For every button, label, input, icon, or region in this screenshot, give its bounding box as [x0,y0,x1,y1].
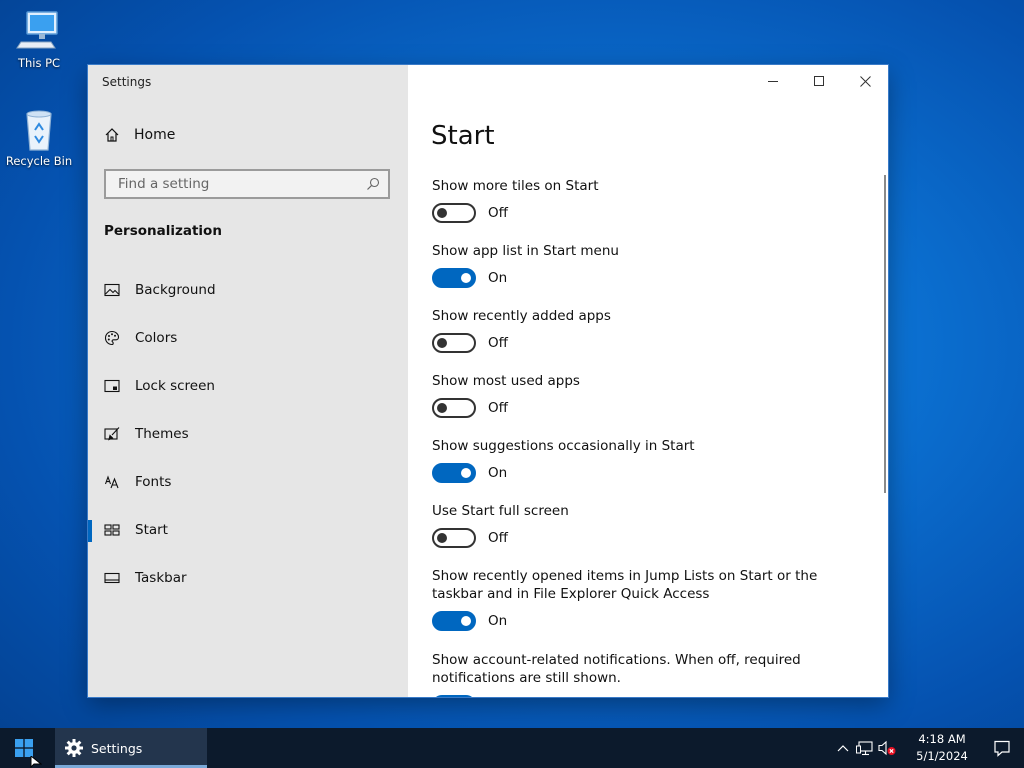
clock-time: 4:18 AM [918,732,966,746]
network-button[interactable] [854,728,876,768]
lock-screen-icon [104,379,120,393]
volume-button[interactable] [876,728,898,768]
toggle-switch[interactable] [432,528,476,548]
setting-show-suggestions: Show suggestions occasionally in Start O… [432,437,862,483]
toggle-switch[interactable] [432,268,476,288]
sidebar: Settings Home Personalization Backg [88,65,408,697]
setting-label: Use Start full screen [432,503,569,519]
toggle-knob [437,533,447,543]
picture-icon [104,283,120,297]
setting-label: Show most used apps [432,373,580,389]
setting-show-more-tiles: Show more tiles on Start Off [432,177,862,223]
setting-label: Show recently added apps [432,308,611,324]
page-title: Start [431,121,495,151]
sidebar-item-label: Home [134,127,176,143]
computer-icon [15,8,63,54]
taskbar: Settings 4:18 AM 5/1/2024 [0,728,1024,768]
sidebar-item-start[interactable]: Start [88,506,408,554]
windows-logo-icon [15,739,33,757]
setting-show-app-list: Show app list in Start menu On [432,242,862,288]
toggle-knob [437,403,447,413]
sidebar-nav: Background Colors Lock screen Themes Fon… [88,266,408,602]
setting-account-notifications: Show account-related notifications. When… [432,651,862,697]
sidebar-item-label: Background [135,282,216,298]
search-input[interactable] [116,175,366,193]
setting-label: Show recently opened items in Jump Lists… [432,568,818,602]
setting-jump-lists: Show recently opened items in Jump Lists… [432,567,862,631]
setting-label: Show suggestions occasionally in Start [432,438,695,454]
scrollbar[interactable] [884,175,886,493]
sidebar-item-label: Themes [135,426,189,442]
chevron-up-icon [837,745,849,752]
sidebar-item-themes[interactable]: Themes [88,410,408,458]
themes-brush-icon [104,427,120,441]
toggle-switch[interactable] [432,398,476,418]
search-box[interactable] [104,169,390,199]
window-title: Settings [102,75,152,89]
setting-label: Show app list in Start menu [432,243,619,259]
toggle-switch[interactable] [432,203,476,223]
start-icon [104,524,120,536]
sidebar-item-fonts[interactable]: Fonts [88,458,408,506]
toggle-knob [461,616,471,626]
sidebar-item-colors[interactable]: Colors [88,314,408,362]
gear-icon [65,739,83,757]
taskbar-app-settings[interactable]: Settings [55,728,207,768]
toggle-switch[interactable] [432,695,476,697]
desktop-icon-label: This PC [17,56,61,70]
sidebar-item-label: Fonts [135,474,172,490]
toggle-knob [461,468,471,478]
desktop-icon-recycle-bin[interactable]: Recycle Bin [0,106,78,168]
search-icon[interactable] [366,177,380,191]
clock-date: 5/1/2024 [916,749,968,763]
toggle-switch[interactable] [432,333,476,353]
sidebar-item-label: Start [135,522,168,538]
toggle-state-label: Off [488,335,508,351]
sidebar-item-label: Lock screen [135,378,215,394]
home-icon [105,128,119,142]
show-hidden-icons-button[interactable] [832,728,854,768]
desktop-icon-label: Recycle Bin [5,154,73,168]
mouse-pointer-icon [30,756,42,768]
sidebar-item-label: Colors [135,330,178,346]
clock[interactable]: 4:18 AM 5/1/2024 [904,731,980,765]
toggle-state-label: On [488,270,508,286]
setting-start-full-screen: Use Start full screen Off [432,502,862,548]
fonts-icon [104,475,119,489]
desktop-icon-this-pc[interactable]: This PC [0,8,78,70]
toggle-state-label: On [488,613,508,629]
sidebar-item-background[interactable]: Background [88,266,408,314]
toggle-state-label: Off [488,205,508,221]
toggle-knob [437,208,447,218]
system-tray: 4:18 AM 5/1/2024 [832,728,1024,768]
setting-show-most-used: Show most used apps Off [432,372,862,418]
toggle-state-label: Off [488,530,508,546]
notification-icon [994,740,1010,757]
sidebar-item-taskbar[interactable]: Taskbar [88,554,408,602]
setting-show-recently-added: Show recently added apps Off [432,307,862,353]
toggle-state-label: Off [488,400,508,416]
recycle-bin-icon [15,106,63,152]
sidebar-item-lock-screen[interactable]: Lock screen [88,362,408,410]
volume-muted-icon [878,740,896,756]
toggle-knob [437,338,447,348]
taskbar-icon [104,572,120,584]
settings-window: Settings Home Personalization Backg [88,65,888,697]
section-heading: Personalization [104,223,222,239]
settings-content: Start Show more tiles on Start Off Show … [408,65,888,697]
sidebar-item-label: Taskbar [135,570,187,586]
setting-label: Show account-related notifications. When… [432,652,801,686]
setting-label: Show more tiles on Start [432,178,599,194]
toggle-state-label: On [488,465,508,481]
palette-icon [104,330,120,346]
toggle-switch[interactable] [432,463,476,483]
sidebar-item-home[interactable]: Home [104,127,175,143]
network-icon [856,741,873,756]
taskbar-app-label: Settings [91,740,143,756]
action-center-button[interactable] [980,728,1024,768]
toggle-knob [461,273,471,283]
toggle-switch[interactable] [432,611,476,631]
